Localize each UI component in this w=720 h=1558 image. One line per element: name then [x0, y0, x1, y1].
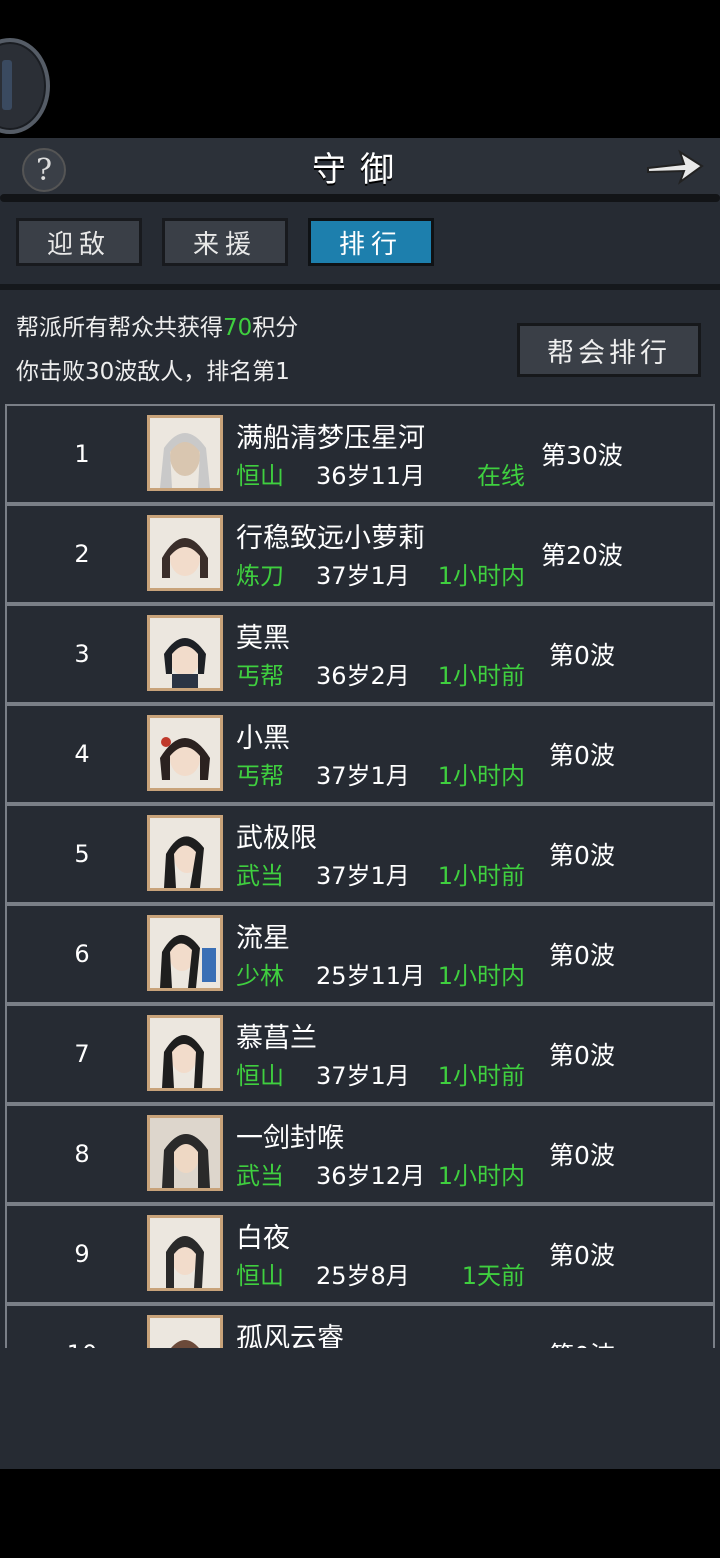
age-label: 37岁1月	[316, 1062, 410, 1090]
player-name: 一剑封喉	[236, 1123, 344, 1154]
list-item[interactable]: 4 小黑 丐帮 37岁1月 1小时内 第0波	[5, 704, 715, 804]
header-divider	[0, 194, 720, 202]
age-label: 37岁1月	[316, 862, 410, 890]
player-name: 孤风云睿	[236, 1323, 344, 1348]
list-item[interactable]: 5 武极限 武当 37岁1月 1小时前 第0波	[5, 804, 715, 904]
rank-number: 3	[74, 640, 90, 668]
sect-label: 炼刀	[236, 562, 284, 590]
page-title: 守御	[312, 150, 408, 190]
wave-label: 第0波	[527, 1336, 637, 1348]
age-label: 36岁2月	[316, 662, 410, 690]
wave-label: 第20波	[541, 541, 623, 570]
wave-label: 第0波	[549, 1241, 615, 1270]
avatar	[147, 1115, 223, 1191]
rank-number: 9	[74, 1240, 90, 1268]
list-item[interactable]: 9 白夜 恒山 25岁8月 1天前 第0波	[5, 1204, 715, 1304]
bottom-area	[0, 1348, 720, 1469]
online-status: 1小时内	[437, 562, 525, 590]
sect-label: 丐帮	[236, 662, 284, 690]
rank-number: 2	[74, 540, 90, 568]
tab-confront-enemy[interactable]: 迎敌	[16, 218, 142, 266]
tab-ranking[interactable]: 排行	[308, 218, 434, 266]
avatar	[147, 1215, 223, 1291]
defense-panel: ? 守御 迎敌 来援 排行 帮派所有帮众共获得70积分 你击败30波敌人，排名第…	[0, 138, 720, 1348]
wave-label: 第0波	[549, 841, 615, 870]
tab-reinforce[interactable]: 来援	[162, 218, 288, 266]
wave-label: 第0波	[549, 1141, 615, 1170]
wave-label: 第0波	[549, 1041, 615, 1070]
rank-number: 1	[74, 440, 90, 468]
player-name: 慕菖兰	[236, 1023, 317, 1054]
sect-label: 恒山	[236, 1262, 284, 1290]
online-status: 在线	[477, 462, 525, 490]
avatar	[147, 715, 223, 791]
arrow-right-icon[interactable]	[644, 144, 706, 188]
player-name: 流星	[236, 923, 290, 954]
wave-label: 第0波	[549, 741, 615, 770]
avatar	[147, 615, 223, 691]
online-status: 1小时内	[437, 762, 525, 790]
age-label: 25岁8月	[316, 1262, 410, 1290]
player-name: 莫黑	[236, 623, 290, 654]
rank-number: 10	[7, 1340, 157, 1348]
online-status: 1小时内	[437, 1162, 525, 1190]
online-status: 1小时前	[437, 862, 525, 890]
avatar	[147, 915, 223, 991]
personal-rank-text: 你击败30波敌人，排名第1	[16, 359, 290, 385]
list-item[interactable]: 2 行稳致远小萝莉 炼刀 37岁1月 1小时内 第20波	[5, 504, 715, 604]
sect-label: 恒山	[236, 1062, 284, 1090]
list-item[interactable]: 8 一剑封喉 武当 36岁12月 1小时内 第0波	[5, 1104, 715, 1204]
guild-ranking-button[interactable]: 帮会排行	[517, 323, 701, 377]
rank-number: 6	[74, 940, 90, 968]
rank-number: 8	[74, 1140, 90, 1168]
age-label: 37岁1月	[316, 762, 410, 790]
ranking-list[interactable]: 1 满船清梦压星河 恒山 36岁11月 在线 第30波 2 行稳致远小萝莉 炼刀…	[5, 404, 715, 1348]
list-item[interactable]: 10 孤风云睿 第0波	[5, 1304, 715, 1348]
list-item[interactable]: 1 满船清梦压星河 恒山 36岁11月 在线 第30波	[5, 404, 715, 504]
avatar	[147, 515, 223, 591]
sect-label: 武当	[236, 862, 284, 890]
sect-label: 少林	[236, 962, 284, 990]
wave-label: 第0波	[549, 641, 615, 670]
rank-number: 4	[74, 740, 90, 768]
player-name: 满船清梦压星河	[236, 423, 425, 454]
points-value: 70	[223, 315, 253, 341]
avatar	[147, 1315, 223, 1348]
player-name: 行稳致远小萝莉	[236, 523, 425, 554]
list-item[interactable]: 3 莫黑 丐帮 36岁2月 1小时前 第0波	[5, 604, 715, 704]
sect-label: 武当	[236, 1162, 284, 1190]
avatar	[147, 1015, 223, 1091]
online-status: 1天前	[461, 1262, 525, 1290]
list-item[interactable]: 7 慕菖兰 恒山 37岁1月 1小时前 第0波	[5, 1004, 715, 1104]
avatar	[147, 415, 223, 491]
panel-header: ? 守御	[0, 138, 720, 196]
top-black-area	[0, 0, 720, 138]
tab-divider	[0, 284, 720, 290]
sect-label: 恒山	[236, 462, 284, 490]
wave-label: 第30波	[541, 441, 623, 470]
rank-number: 7	[74, 1040, 90, 1068]
list-item[interactable]: 6 流星 少林 25岁11月 1小时内 第0波	[5, 904, 715, 1004]
wave-label: 第0波	[549, 941, 615, 970]
player-name: 小黑	[236, 723, 290, 754]
player-name: 白夜	[236, 1223, 290, 1254]
avatar	[147, 815, 223, 891]
rank-number: 5	[74, 840, 90, 868]
guild-points-text: 帮派所有帮众共获得70积分	[16, 315, 299, 341]
sect-label: 丐帮	[236, 762, 284, 790]
age-label: 37岁1月	[316, 562, 410, 590]
online-status: 1小时内	[437, 962, 525, 990]
online-status: 1小时前	[437, 662, 525, 690]
online-status: 1小时前	[437, 1062, 525, 1090]
player-name: 武极限	[236, 823, 317, 854]
